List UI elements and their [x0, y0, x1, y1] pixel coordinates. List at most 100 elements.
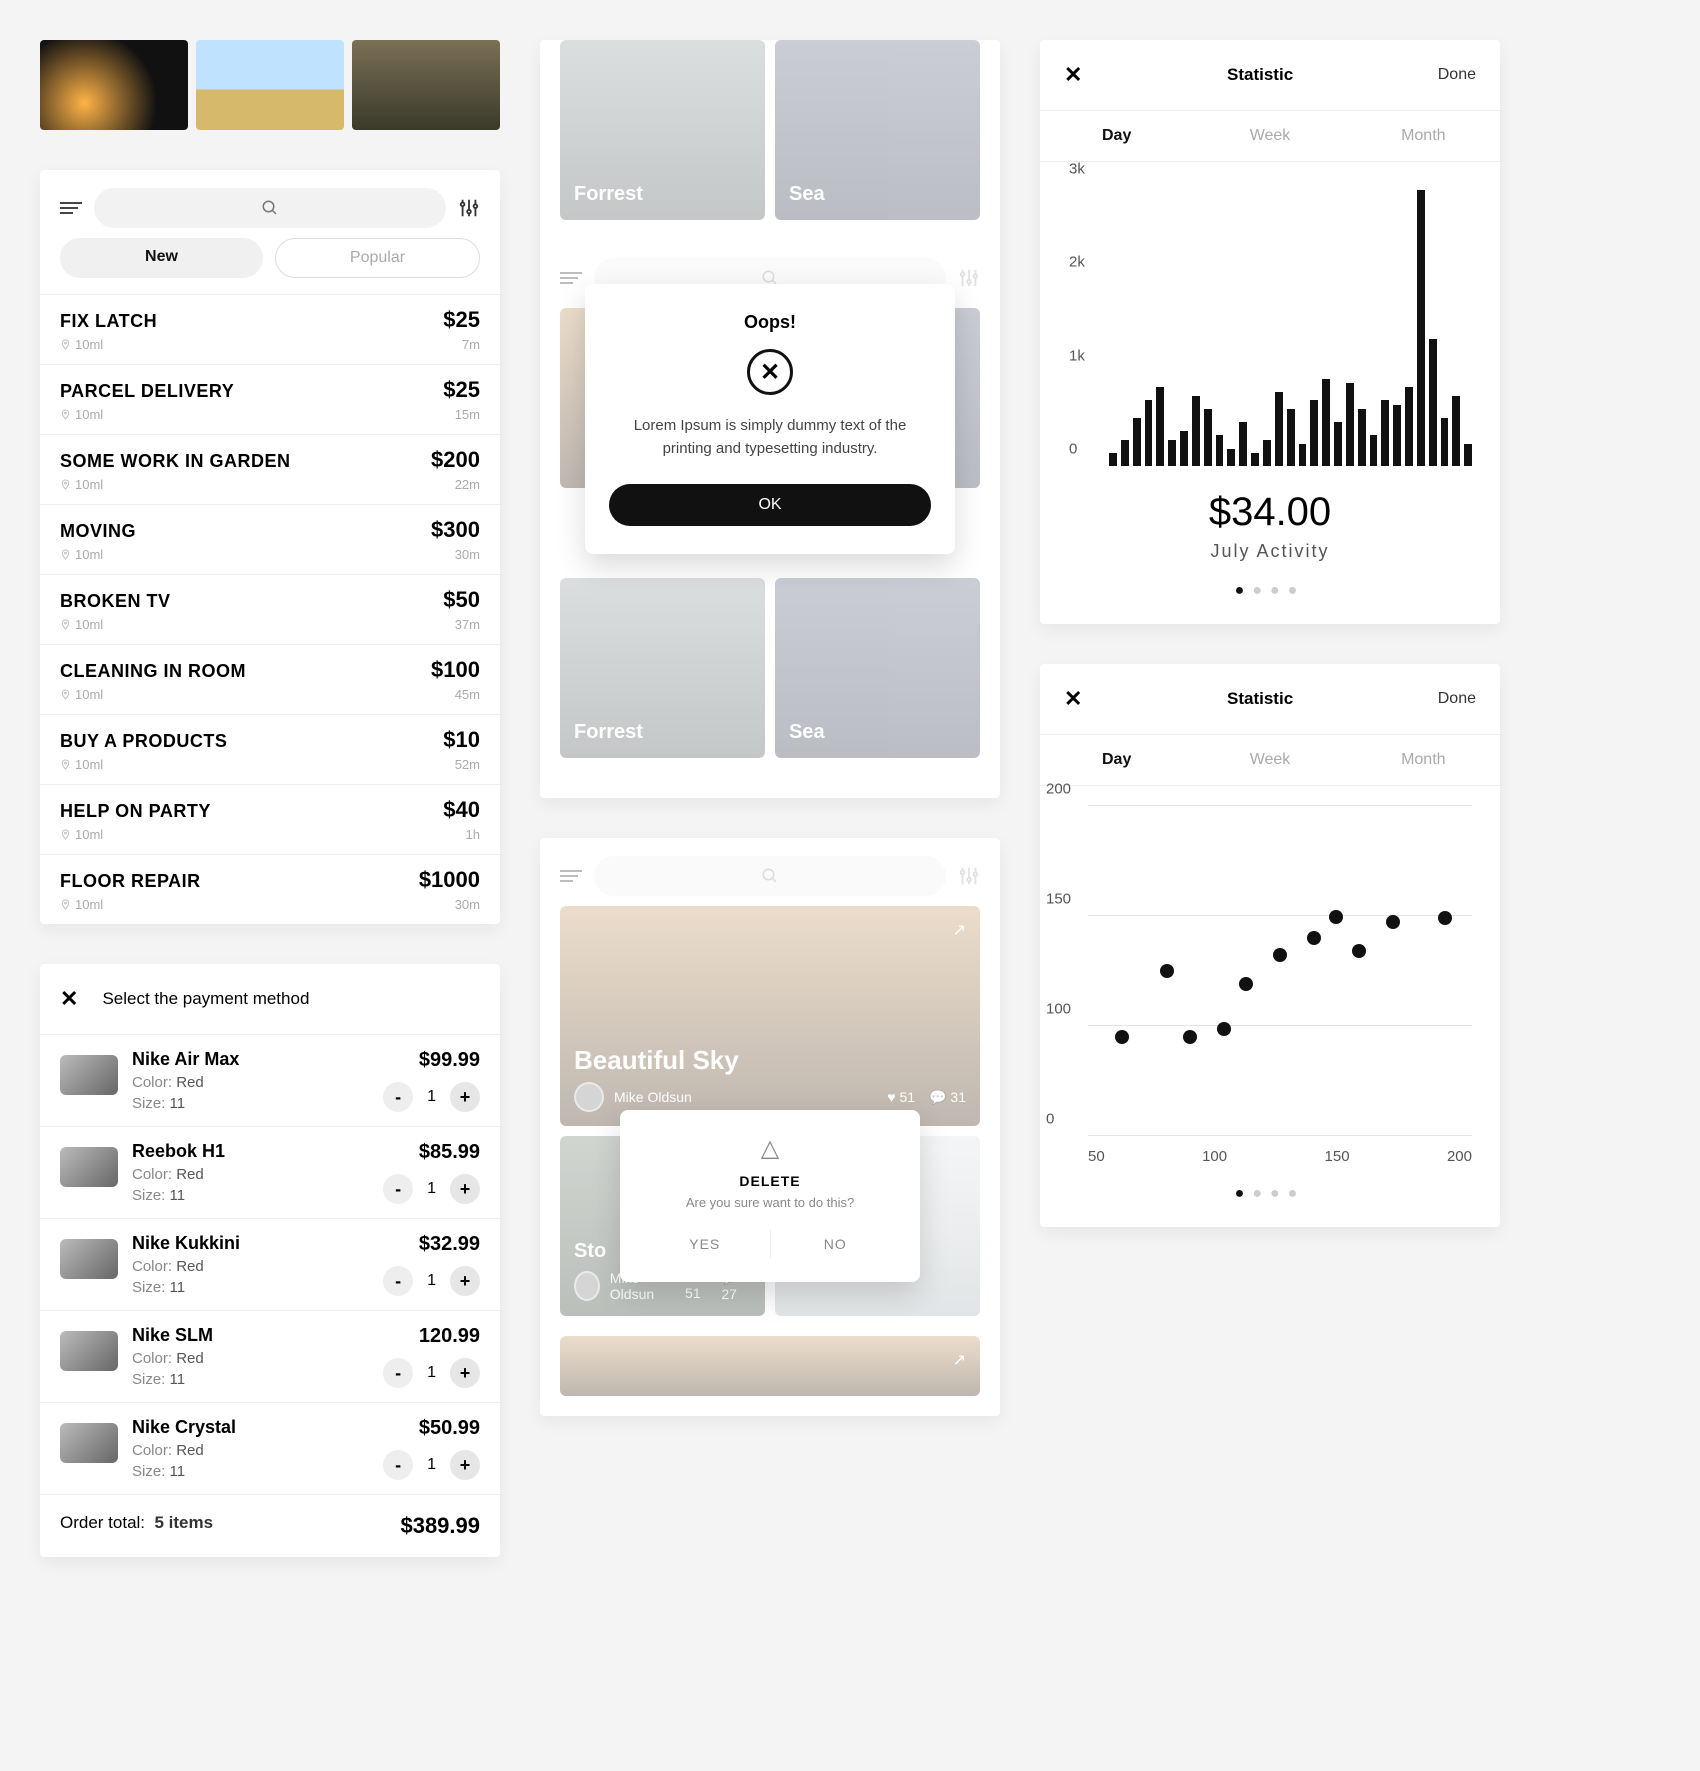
gallery-card[interactable]: Forrest	[560, 40, 765, 220]
product-size: Size: 11	[132, 1371, 369, 1388]
gridline	[1088, 1135, 1472, 1136]
tab-month[interactable]: Month	[1347, 735, 1500, 785]
scatter-point	[1273, 948, 1287, 962]
task-time: 30m	[455, 897, 480, 912]
tab-month[interactable]: Month	[1347, 111, 1500, 161]
qty-plus-button[interactable]: +	[450, 1266, 480, 1296]
page-title: Statistic	[1227, 65, 1293, 85]
bar	[1216, 435, 1224, 466]
close-icon[interactable]: ✕	[60, 986, 78, 1012]
tab-new[interactable]: New	[60, 238, 263, 278]
close-icon[interactable]: ✕	[1064, 62, 1082, 88]
task-time: 7m	[462, 337, 480, 352]
product-image	[60, 1331, 118, 1371]
no-button[interactable]: NO	[771, 1230, 901, 1258]
y-tick-label: 150	[1046, 891, 1071, 908]
tab-day[interactable]: Day	[1040, 111, 1193, 161]
order-total-price: $389.99	[400, 1513, 480, 1539]
task-row[interactable]: SOME WORK IN GARDEN$20010ml22m	[40, 434, 500, 504]
task-row[interactable]: MOVING$30010ml30m	[40, 504, 500, 574]
gallery-card-large[interactable]: ↗ Beautiful Sky Mike Oldsun ♥ 51💬 31	[560, 906, 980, 1126]
gallery-card[interactable]: Sea	[775, 578, 980, 758]
scatter-point	[1329, 910, 1343, 924]
modal-title: Oops!	[609, 312, 931, 333]
qty-plus-button[interactable]: +	[450, 1174, 480, 1204]
menu-icon[interactable]	[560, 272, 582, 284]
menu-icon[interactable]	[560, 870, 582, 882]
search-input[interactable]	[94, 188, 446, 228]
share-icon[interactable]: ↗	[953, 920, 966, 940]
y-tick-label: 200	[1046, 781, 1071, 798]
x-tick-label: 100	[1202, 1148, 1227, 1165]
yes-button[interactable]: YES	[640, 1230, 771, 1258]
task-row[interactable]: FIX LATCH$2510ml7m	[40, 294, 500, 364]
modal-body: Lorem Ipsum is simply dummy text of the …	[609, 415, 931, 460]
task-location: 10ml	[60, 547, 103, 562]
bar	[1192, 396, 1200, 466]
tab-week[interactable]: Week	[1193, 735, 1346, 785]
task-row[interactable]: HELP ON PARTY$4010ml1h	[40, 784, 500, 854]
task-time: 45m	[455, 687, 480, 702]
filter-icon[interactable]	[958, 865, 980, 887]
amount-value: $34.00	[1040, 490, 1500, 535]
pager-dots[interactable]: ●●●●	[1040, 1185, 1500, 1203]
avatar[interactable]	[574, 1082, 604, 1112]
search-input[interactable]	[594, 856, 946, 896]
share-icon[interactable]: ↗	[953, 1350, 966, 1370]
product-image	[60, 1239, 118, 1279]
qty-minus-button[interactable]: -	[383, 1174, 413, 1204]
filter-icon[interactable]	[458, 197, 480, 219]
task-location: 10ml	[60, 407, 103, 422]
done-button[interactable]: Done	[1438, 66, 1476, 84]
task-price: $50	[443, 587, 480, 613]
ok-button[interactable]: OK	[609, 484, 931, 526]
task-location: 10ml	[60, 897, 103, 912]
menu-icon[interactable]	[60, 202, 82, 214]
gallery-card[interactable]: ↗	[560, 1336, 980, 1396]
tab-day[interactable]: Day	[1040, 735, 1193, 785]
y-tick-label: 1k	[1069, 347, 1085, 364]
qty-minus-button[interactable]: -	[383, 1266, 413, 1296]
thumb-field[interactable]	[196, 40, 344, 130]
product-name: Nike SLM	[132, 1325, 369, 1346]
thumb-bokeh[interactable]	[40, 40, 188, 130]
bar	[1239, 422, 1247, 466]
y-tick-label: 3k	[1069, 161, 1085, 178]
gridline	[1088, 805, 1472, 806]
task-row[interactable]: PARCEL DELIVERY$2510ml15m	[40, 364, 500, 434]
delete-modal: △ DELETE Are you sure want to do this? Y…	[620, 1110, 920, 1282]
y-tick-label: 100	[1046, 1001, 1071, 1018]
bar	[1393, 405, 1401, 466]
close-icon[interactable]: ✕	[1064, 686, 1082, 712]
gallery-card[interactable]: Forrest	[560, 578, 765, 758]
done-button[interactable]: Done	[1438, 690, 1476, 708]
gallery-card[interactable]: Sea	[775, 40, 980, 220]
qty-minus-button[interactable]: -	[383, 1450, 413, 1480]
scatter-point	[1352, 944, 1366, 958]
scatter-point	[1239, 977, 1253, 991]
thumb-rock[interactable]	[352, 40, 500, 130]
qty-plus-button[interactable]: +	[450, 1358, 480, 1388]
bar	[1322, 379, 1330, 467]
tab-week[interactable]: Week	[1193, 111, 1346, 161]
card-title: Sea	[789, 183, 825, 206]
qty-plus-button[interactable]: +	[450, 1450, 480, 1480]
task-row[interactable]: CLEANING IN ROOM$10010ml45m	[40, 644, 500, 714]
product-image	[60, 1423, 118, 1463]
qty-minus-button[interactable]: -	[383, 1082, 413, 1112]
qty-plus-button[interactable]: +	[450, 1082, 480, 1112]
task-row[interactable]: BROKEN TV$5010ml37m	[40, 574, 500, 644]
task-title: HELP ON PARTY	[60, 801, 211, 822]
avatar[interactable]	[574, 1271, 600, 1301]
product-image	[60, 1147, 118, 1187]
filter-icon[interactable]	[958, 267, 980, 289]
task-location: 10ml	[60, 827, 103, 842]
product-color: Color: Red	[132, 1350, 369, 1367]
task-row[interactable]: BUY A PRODUCTS$1010ml52m	[40, 714, 500, 784]
qty-minus-button[interactable]: -	[383, 1358, 413, 1388]
tab-popular[interactable]: Popular	[275, 238, 480, 278]
task-location: 10ml	[60, 617, 103, 632]
pager-dots[interactable]: ●●●●	[1040, 582, 1500, 600]
bar	[1109, 453, 1117, 466]
task-row[interactable]: FLOOR REPAIR$100010ml30m	[40, 854, 500, 924]
